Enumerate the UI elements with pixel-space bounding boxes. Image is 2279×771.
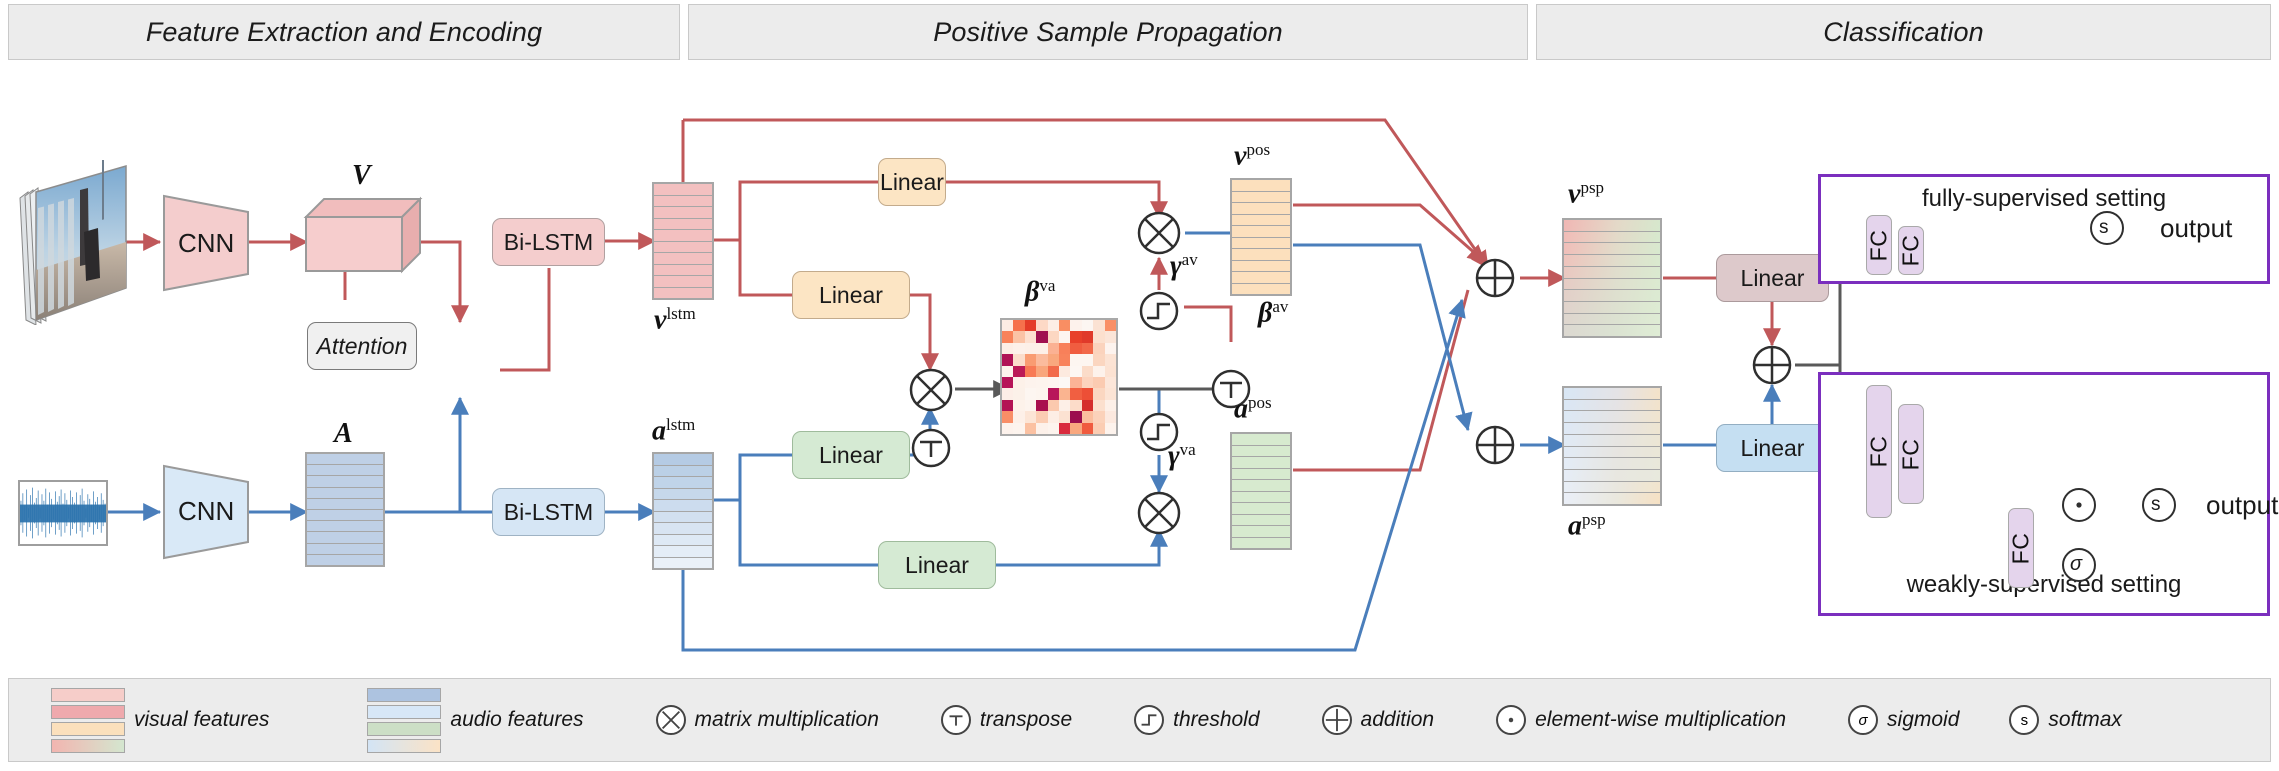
legend-softmax: s softmax <box>2009 705 2122 735</box>
visual-features-swatch <box>51 687 125 753</box>
legend-visual-features: visual features <box>51 687 270 753</box>
softmax-symbol-fully: s <box>2099 217 2109 238</box>
a-pos-label: apos <box>1234 393 1272 425</box>
matrix-multiplication-icon-va <box>1137 491 1181 535</box>
v-pos-stack <box>1230 178 1292 296</box>
fc-block-fully-2: FC <box>1898 226 1924 275</box>
legend-label: threshold <box>1173 708 1260 731</box>
softmax-symbol: s <box>2020 711 2029 729</box>
linear-label: Linear <box>819 441 883 468</box>
legend-label: transpose <box>979 708 1073 731</box>
a-psp-label: apsp <box>1568 510 1606 542</box>
fc-block-weak-3: FC <box>2008 508 2034 588</box>
legend-label: audio features <box>450 708 584 731</box>
transpose-icon-audio <box>911 428 951 468</box>
a-lstm-label: alstm <box>652 415 696 447</box>
legend-element-wise-multiplication: element-wise multiplication <box>1496 705 1786 735</box>
legend-bar: visual features audio features matrix mu… <box>8 678 2271 762</box>
transpose-icon <box>940 705 971 735</box>
legend-label: softmax <box>2048 708 2122 731</box>
fc-block-fully-1: FC <box>1866 215 1892 275</box>
matrix-multiplication-icon <box>655 705 686 735</box>
element-wise-multiplication-icon <box>2062 488 2096 522</box>
attention-label: Attention <box>316 332 408 359</box>
audio-feature-stack <box>305 452 385 567</box>
audio-waveform-input <box>18 480 108 546</box>
legend-threshold: threshold <box>1134 705 1260 735</box>
linear-label: Linear <box>1740 434 1805 461</box>
fc-label: FC <box>1865 435 1892 468</box>
visual-bilstm-block[interactable]: Bi-LSTM <box>492 218 605 266</box>
linear-label: Linear <box>880 168 944 195</box>
gamma-va-label: γva <box>1168 440 1196 472</box>
v-lstm-stack <box>652 182 714 300</box>
legend-label: addition <box>1360 708 1435 731</box>
a-pos-stack <box>1230 432 1292 550</box>
legend-matrix-multiplication: matrix multiplication <box>655 705 879 735</box>
architecture-diagram: Feature Extraction and Encoding Positive… <box>0 0 2279 771</box>
fc-label: FC <box>2007 532 2034 564</box>
visual-feature-cuboid <box>303 196 423 274</box>
fc-label: FC <box>1897 234 1924 267</box>
addition-icon-visual <box>1475 258 1515 298</box>
fc-label: FC <box>1897 438 1924 470</box>
audio-cnn-label: CNN <box>178 496 235 526</box>
legend-label: matrix multiplication <box>694 708 879 731</box>
visual-cnn-label: CNN <box>178 228 235 258</box>
linear-label: Linear <box>1740 264 1805 291</box>
output-label-weak: output <box>2206 490 2279 520</box>
legend-transpose: transpose <box>940 705 1073 735</box>
sigmoid-symbol: σ <box>1858 711 1868 729</box>
audio-features-swatch <box>367 687 442 753</box>
softmax-icon: s <box>2009 705 2040 735</box>
audio-feature-label: A <box>334 418 353 449</box>
linear-audio-top[interactable]: Linear <box>792 431 910 479</box>
legend-audio-features: audio features <box>367 687 584 753</box>
beta-va-label: βva <box>1025 276 1056 308</box>
linear-label: Linear <box>819 281 883 308</box>
element-wise-multiplication-icon <box>1496 705 1527 735</box>
visual-bilstm-label: Bi-LSTM <box>503 228 594 255</box>
v-pos-label: vpos <box>1234 140 1271 172</box>
linear-audio-bottom[interactable]: Linear <box>878 541 996 589</box>
matrix-multiplication-icon-av <box>1137 211 1181 255</box>
audio-bilstm-block[interactable]: Bi-LSTM <box>492 488 605 536</box>
addition-icon-audio <box>1475 425 1515 465</box>
v-psp-stack <box>1562 218 1662 338</box>
weakly-supervised-caption: weakly-supervised setting <box>1906 571 2182 598</box>
fc-block-weak-2: FC <box>1898 404 1924 504</box>
addition-icon-fusion <box>1752 345 1792 385</box>
threshold-icon <box>1134 705 1165 735</box>
linear-audio-classification[interactable]: Linear <box>1716 424 1829 472</box>
threshold-icon-av <box>1139 291 1179 331</box>
sigmoid-icon: σ <box>1848 705 1879 735</box>
linear-visual-top[interactable]: Linear <box>878 158 946 206</box>
linear-label: Linear <box>905 551 969 578</box>
addition-icon <box>1321 705 1352 735</box>
fully-supervised-caption: fully-supervised setting <box>1921 185 2167 212</box>
fc-block-weak-1: FC <box>1866 385 1892 518</box>
v-lstm-label: vlstm <box>654 304 696 336</box>
legend-label: sigmoid <box>1887 708 1960 731</box>
a-lstm-stack <box>652 452 714 570</box>
softmax-symbol-weak: s <box>2151 494 2161 515</box>
attention-block[interactable]: Attention <box>307 322 417 370</box>
legend-label: visual features <box>134 708 270 731</box>
linear-visual-bottom[interactable]: Linear <box>792 271 910 319</box>
v-psp-label: vpsp <box>1568 178 1605 210</box>
beta-va-heatmap <box>1000 318 1118 436</box>
beta-av-label: βav <box>1258 297 1289 329</box>
linear-visual-classification[interactable]: Linear <box>1716 254 1829 302</box>
fc-label: FC <box>1865 229 1892 261</box>
visual-feature-label: V <box>352 160 371 191</box>
sigmoid-symbol: σ <box>2070 553 2083 575</box>
video-frames-input <box>19 160 127 325</box>
audio-bilstm-label: Bi-LSTM <box>503 498 594 525</box>
matrix-multiplication-icon-left <box>909 368 953 412</box>
legend-sigmoid: σ sigmoid <box>1848 705 1959 735</box>
legend-label: element-wise multiplication <box>1535 708 1787 731</box>
legend-addition: addition <box>1321 705 1435 735</box>
output-label-fully: output <box>2160 213 2233 243</box>
a-psp-stack <box>1562 386 1662 506</box>
